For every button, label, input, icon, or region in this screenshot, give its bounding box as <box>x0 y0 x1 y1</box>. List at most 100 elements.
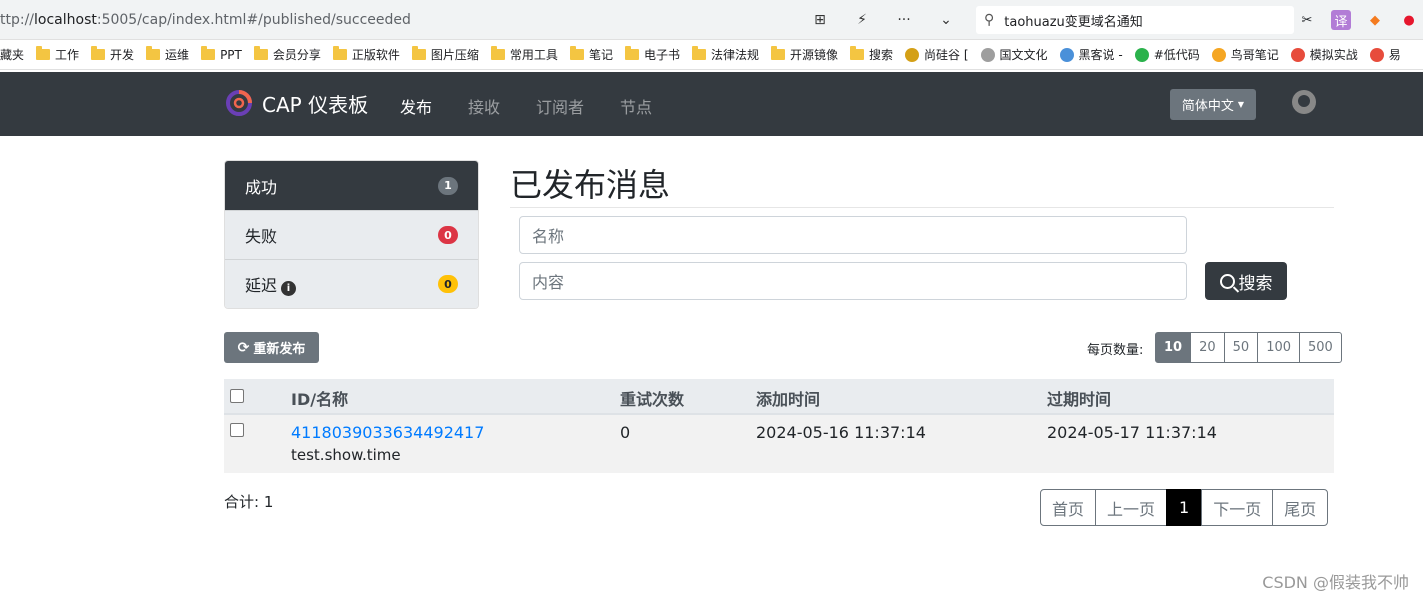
bookmark-label: 电子书 <box>643 48 680 62</box>
brand[interactable]: CAP 仪表板 <box>224 88 368 118</box>
bookmark-item[interactable]: 藏夹 <box>0 46 24 63</box>
message-id-link[interactable]: 4118039033634492417 <box>291 423 484 442</box>
bookmark-item[interactable]: #低代码 <box>1134 46 1200 63</box>
bookmark-label: #低代码 <box>1153 48 1200 62</box>
bookmark-item[interactable]: 法律法规 <box>691 46 759 63</box>
bookmark-item[interactable]: 搜索 <box>850 46 893 63</box>
bookmark-item[interactable]: 正版软件 <box>332 46 400 63</box>
status-item-succeeded[interactable]: 成功 1 <box>225 161 478 210</box>
search-button[interactable]: 搜索 <box>1205 262 1287 300</box>
info-icon[interactable]: i <box>281 281 297 296</box>
message-name: test.show.time <box>291 446 401 464</box>
row-checkbox[interactable] <box>230 423 244 437</box>
content-input[interactable]: 内容 <box>519 262 1187 300</box>
bookmark-item[interactable]: 会员分享 <box>253 46 321 63</box>
bookmark-label: 黑客说 - <box>1078 48 1123 62</box>
bookmark-item[interactable]: PPT <box>201 46 242 62</box>
search-icon <box>1219 273 1235 289</box>
select-all-checkbox[interactable] <box>230 389 244 403</box>
scissors-icon[interactable]: ✂ <box>1297 10 1317 30</box>
url-text[interactable]: ttp://localhost:5005/cap/index.html#/pub… <box>0 12 411 28</box>
republish-button[interactable]: ⟳ 重新发布 <box>224 332 319 363</box>
nav-link-nodes[interactable]: 节点 <box>620 94 652 118</box>
bookmark-item[interactable]: 黑客说 - <box>1059 46 1123 63</box>
bookmark-item[interactable]: 易 <box>1369 46 1401 63</box>
navbar: CAP 仪表板 发布 接收 订阅者 节点 简体中文 ▼ <box>0 72 1423 136</box>
nav-link-receive[interactable]: 接收 <box>468 94 500 118</box>
bookmark-item[interactable]: 开源镜像 <box>770 46 838 63</box>
github-icon[interactable] <box>1292 90 1316 114</box>
page-last[interactable]: 尾页 <box>1272 489 1329 526</box>
bookmark-item[interactable]: 鸟哥笔记 <box>1211 46 1279 63</box>
folder-icon <box>146 46 161 60</box>
bookmark-favicon-icon <box>1059 47 1074 62</box>
bookmark-item[interactable]: 尚硅谷 [ <box>905 46 969 63</box>
translate-icon[interactable]: ⊞ <box>810 10 830 30</box>
bookmark-label: 运维 <box>165 48 190 62</box>
bookmark-item[interactable]: 常用工具 <box>490 46 558 63</box>
added-cell: 2024-05-16 11:37:14 <box>756 423 926 442</box>
bookmark-item[interactable]: 运维 <box>146 46 189 63</box>
header-retries[interactable]: 重试次数 <box>620 386 684 410</box>
nav-link-subscribers[interactable]: 订阅者 <box>536 94 584 118</box>
weibo-icon[interactable]: ● <box>1399 10 1419 30</box>
nav-link-publish[interactable]: 发布 <box>400 94 432 118</box>
search-button-label: 搜索 <box>1238 273 1273 294</box>
fox-icon[interactable]: ◆ <box>1365 10 1385 30</box>
bookmark-item[interactable]: 国文文化 <box>980 46 1048 63</box>
lightning-icon[interactable]: ⚡ <box>852 10 872 30</box>
page-size-500[interactable]: 500 <box>1299 332 1342 363</box>
address-bar[interactable]: ttp://localhost:5005/cap/index.html#/pub… <box>0 6 968 34</box>
chevron-down-icon[interactable]: ⌄ <box>936 10 956 30</box>
status-label: 成功 <box>245 177 278 197</box>
bookmark-label: 搜索 <box>869 48 894 62</box>
page-size-group: 10 20 50 100 500 <box>1155 332 1342 363</box>
total-count: 合计: 1 <box>224 493 274 511</box>
page-1[interactable]: 1 <box>1166 489 1203 526</box>
status-list: 成功 1 失败 0 延迟 i 0 <box>224 160 479 309</box>
bookmark-label: 图片压缩 <box>430 48 479 62</box>
bookmark-label: 笔记 <box>588 48 613 62</box>
bookmark-label: 会员分享 <box>272 48 321 62</box>
page-prev[interactable]: 上一页 <box>1095 489 1168 526</box>
bookmark-label: 模拟实战 <box>1309 48 1358 62</box>
bookmark-label: 易 <box>1388 48 1401 62</box>
page-next[interactable]: 下一页 <box>1201 489 1274 526</box>
more-icon[interactable]: ··· <box>894 10 914 30</box>
language-dropdown[interactable]: 简体中文 ▼ <box>1170 89 1256 120</box>
bookmark-label: 正版软件 <box>351 48 400 62</box>
page-size-20[interactable]: 20 <box>1190 332 1225 363</box>
page-size-50[interactable]: 50 <box>1223 332 1259 363</box>
bookmark-item[interactable]: 笔记 <box>569 46 613 63</box>
status-label-wrap: 延迟 i <box>245 272 297 296</box>
bookmark-favicon-icon <box>1290 47 1305 62</box>
folder-icon <box>201 46 216 60</box>
bookmark-item[interactable]: 开发 <box>91 46 134 63</box>
page-size-10[interactable]: 10 <box>1155 332 1192 363</box>
table-row: 4118039033634492417 test.show.time 0 202… <box>224 415 1334 473</box>
status-item-failed[interactable]: 失败 0 <box>225 210 478 259</box>
header-expires[interactable]: 过期时间 <box>1047 386 1111 410</box>
bookmark-item[interactable]: 模拟实战 <box>1290 46 1358 63</box>
translate-ext-icon[interactable]: 译 <box>1331 10 1351 30</box>
brand-title: CAP 仪表板 <box>262 92 369 117</box>
status-item-delayed[interactable]: 延迟 i 0 <box>225 259 478 308</box>
bookmark-favicon-icon <box>1369 47 1384 62</box>
messages-table: ID/名称 重试次数 添加时间 过期时间 4118039033634492417… <box>224 379 1334 473</box>
header-added[interactable]: 添加时间 <box>756 386 820 410</box>
browser-search-box[interactable]: ⚲ taohuazu变更域名通知 <box>976 6 1294 34</box>
bookmark-item[interactable]: 图片压缩 <box>411 46 479 63</box>
page-size-100[interactable]: 100 <box>1257 332 1301 363</box>
folder-icon <box>850 46 864 60</box>
bookmark-label: 国文文化 <box>999 48 1048 62</box>
bookmark-item[interactable]: 电子书 <box>624 46 680 63</box>
folder-icon <box>569 46 584 60</box>
pagination: 首页 上一页 1 下一页 尾页 <box>1040 489 1329 526</box>
folder-icon <box>490 46 505 60</box>
page-first[interactable]: 首页 <box>1040 489 1097 526</box>
bookmark-item[interactable]: 工作 <box>36 46 79 63</box>
name-input[interactable]: 名称 <box>519 216 1187 254</box>
header-id-name[interactable]: ID/名称 <box>291 386 348 410</box>
retries-cell: 0 <box>620 423 631 442</box>
bookmark-favicon-icon <box>1134 47 1149 62</box>
